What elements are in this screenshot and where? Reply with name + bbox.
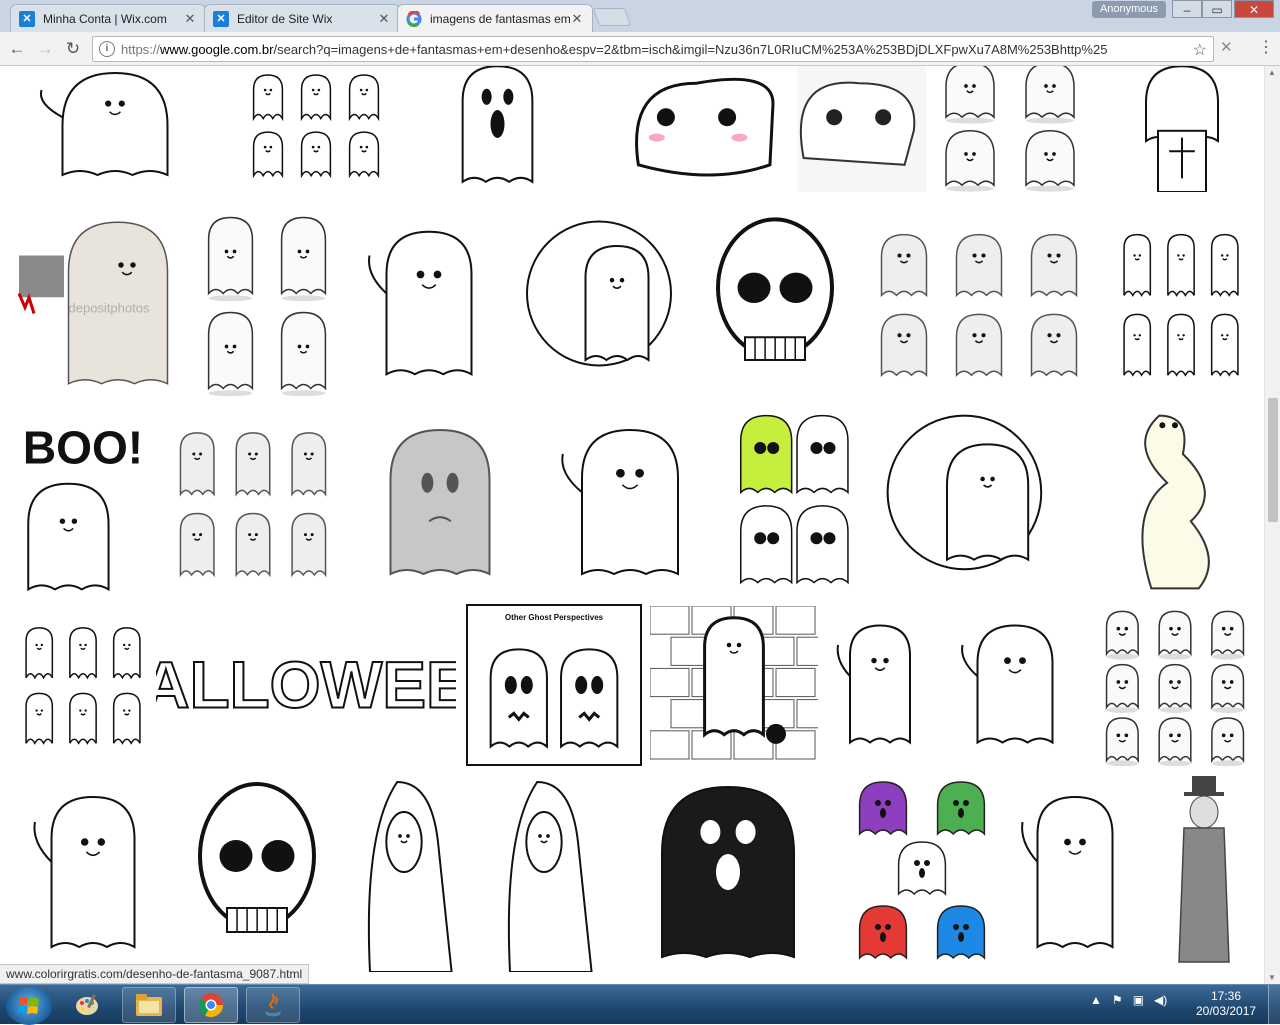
image-result-thumbnail[interactable] [844,772,1000,972]
image-result-thumbnail[interactable] [10,66,220,192]
image-result-thumbnail[interactable] [726,406,860,598]
extension-icon[interactable]: ✕ [1220,38,1233,56]
tab-title: Editor de Site Wix [237,11,333,26]
url-text: https://www.google.com.br/search?q=image… [121,42,1108,57]
image-result-thumbnail[interactable] [350,406,530,598]
address-bar[interactable]: i https://www.google.com.br/search?q=ima… [92,36,1214,62]
taskbar-chrome[interactable] [184,987,238,1023]
arrow-right-icon: → [36,39,54,58]
taskbar-explorer[interactable] [122,987,176,1023]
image-result-thumbnail[interactable] [618,772,838,972]
scroll-down-icon[interactable]: ▼ [1268,973,1276,982]
image-result-thumbnail[interactable]: HALLOWEEN [156,606,456,762]
arrow-left-icon: ← [8,39,26,58]
clock-date: 20/03/2017 [1196,1004,1257,1018]
network-icon[interactable]: ▣ [1133,993,1144,1007]
image-result-thumbnail[interactable]: depositphotos [10,208,190,398]
image-result-thumbnail[interactable] [476,772,612,972]
image-result-thumbnail[interactable] [650,606,818,762]
show-desktop-button[interactable] [1268,985,1280,1025]
close-tab-icon[interactable]: ✕ [377,11,391,27]
browser-toolbar: ← → ↻ i https://www.google.com.br/search… [0,32,1280,66]
minimize-button[interactable]: – [1172,0,1202,18]
folder-icon [136,994,162,1016]
image-result-thumbnail[interactable] [236,66,396,192]
image-result-thumbnail[interactable] [1108,208,1254,398]
google-icon [406,11,422,27]
image-result-thumbnail[interactable] [620,66,926,192]
image-results-grid: depositphotos BOO! HALLOWEEN Other Ghost Pe… [0,66,1264,984]
image-result-thumbnail[interactable] [518,208,698,398]
tray-expand-icon[interactable]: ▲ [1090,993,1102,1007]
start-button[interactable] [6,987,52,1025]
image-result-thumbnail[interactable] [820,606,940,762]
clock-time: 17:36 [1210,989,1242,1003]
chrome-icon [198,993,223,1018]
close-window-button[interactable]: ✕ [1234,0,1274,18]
image-result-thumbnail[interactable] [344,208,514,398]
tab-editor-wix[interactable]: ✕ Editor de Site Wix ✕ [204,4,400,32]
scrollbar-thumb[interactable] [1268,398,1278,522]
tab-minha-conta[interactable]: ✕ Minha Conta | Wix.com ✕ [10,4,206,32]
image-result-thumbnail[interactable] [182,772,332,972]
image-result-thumbnail[interactable]: Other Ghost Perspectives [466,604,642,766]
taskbar-java[interactable] [246,987,300,1023]
status-bar: www.colorirgratis.com/desenho-de-fantasm… [0,964,310,984]
menu-icon[interactable]: ⋮ [1258,37,1274,57]
tab-imagens-fantasmas[interactable]: imagens de fantasmas em ✕ [397,4,593,33]
browser-chrome: ✕ Minha Conta | Wix.com ✕ ✕ Editor de Si… [0,0,1280,66]
flag-icon[interactable]: ⚑ [1112,993,1123,1007]
taskbar-clock[interactable]: 17:36 20/03/2017 [1196,989,1256,1019]
svg-text:HALLOWEEN: HALLOWEEN [156,648,456,721]
image-result-thumbnail[interactable] [940,606,1090,762]
back-button[interactable]: ← [6,38,28,60]
image-result-thumbnail[interactable] [10,606,156,762]
java-icon [265,993,281,1017]
new-tab-button[interactable] [592,8,632,26]
forward-button[interactable]: → [34,38,56,60]
svg-text:Other Ghost Perspectives: Other Ghost Perspectives [505,613,604,622]
tab-title: Minha Conta | Wix.com [43,11,167,26]
image-result-thumbnail[interactable] [10,772,176,972]
svg-text:BOO!: BOO! [23,422,143,474]
image-result-thumbnail[interactable] [1096,406,1254,598]
image-result-thumbnail[interactable] [1094,66,1254,192]
wix-icon: ✕ [213,10,229,27]
image-result-thumbnail[interactable] [1154,772,1254,972]
bookmark-star-icon[interactable]: ☆ [1193,40,1207,60]
tab-strip: ✕ Minha Conta | Wix.com ✕ ✕ Editor de Si… [0,0,1280,33]
image-result-thumbnail[interactable] [194,208,340,398]
image-result-thumbnail[interactable] [700,208,850,398]
wix-icon: ✕ [19,10,35,27]
image-result-thumbnail[interactable] [930,66,1090,192]
paint-palette-icon [76,994,98,1015]
reload-button[interactable]: ↻ [62,38,84,60]
image-result-thumbnail[interactable] [336,772,472,972]
image-result-thumbnail[interactable]: BOO! [10,406,156,598]
image-result-thumbnail[interactable] [160,406,346,598]
taskbar: ▲ ⚑ ▣ ◀) 17:36 20/03/2017 [0,984,1280,1025]
svg-text:depositphotos: depositphotos [69,301,150,316]
system-tray: ▲ ⚑ ▣ ◀) [1090,993,1167,1007]
windows-logo-icon [18,997,39,1014]
vertical-scrollbar[interactable]: ▲ ▼ [1264,66,1280,984]
volume-icon[interactable]: ◀) [1154,993,1167,1007]
reload-icon: ↻ [65,39,81,58]
scroll-up-icon[interactable]: ▲ [1268,68,1276,77]
info-icon[interactable]: i [99,41,115,57]
taskbar-paint[interactable] [60,987,114,1023]
image-result-thumbnail[interactable] [534,406,726,598]
image-result-thumbnail[interactable] [1096,606,1254,766]
image-result-thumbnail[interactable] [420,66,575,192]
image-result-thumbnail[interactable] [854,208,1104,398]
profile-badge[interactable]: Anonymous [1092,1,1166,18]
image-result-thumbnail[interactable] [1000,772,1150,972]
image-result-thumbnail[interactable] [860,406,1092,598]
close-tab-icon[interactable]: ✕ [570,11,584,27]
close-tab-icon[interactable]: ✕ [183,11,197,27]
maximize-button[interactable]: ▭ [1202,0,1232,18]
tab-title: imagens de fantasmas em [430,12,570,26]
